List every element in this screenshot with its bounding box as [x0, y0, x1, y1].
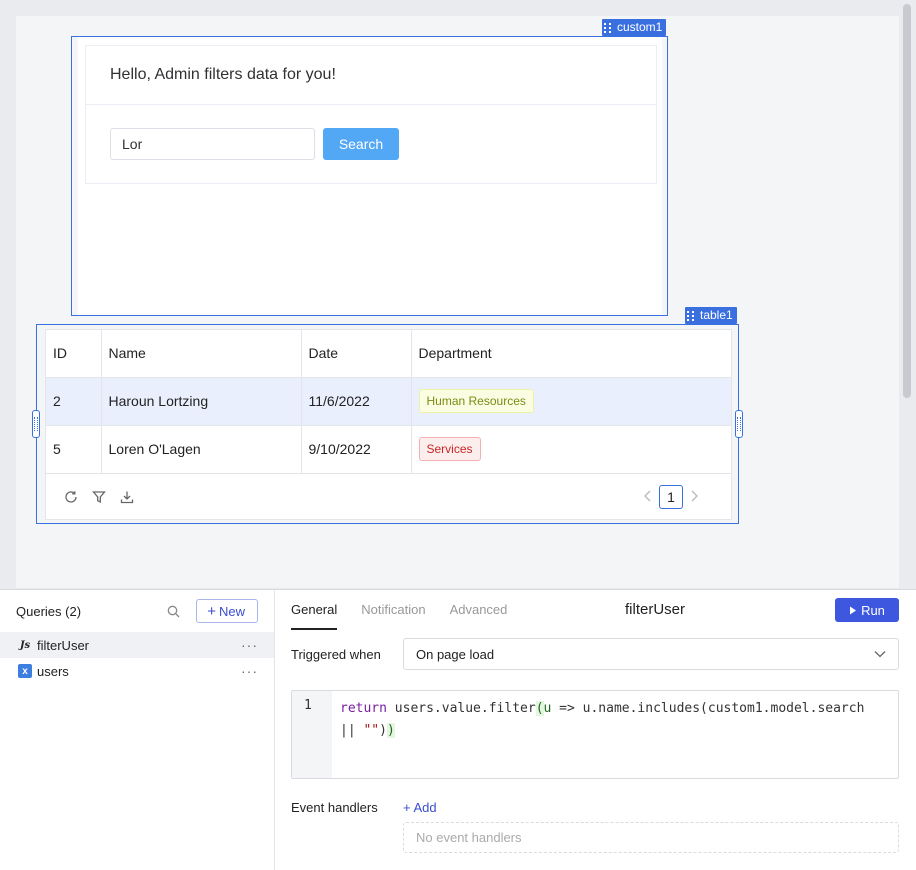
- search-icon[interactable]: [167, 605, 180, 618]
- table1-tag-label: table1: [700, 308, 733, 322]
- search-input[interactable]: [110, 128, 315, 160]
- code-text[interactable]: return users.value.filter(u => u.name.in…: [340, 698, 890, 742]
- column-header[interactable]: Department: [411, 330, 731, 378]
- filter-icon[interactable]: [92, 490, 106, 504]
- event-handlers-empty: No event handlers: [403, 822, 899, 853]
- cell-id: 2: [46, 377, 102, 426]
- add-label: Add: [413, 800, 437, 815]
- line-gutter: 1: [292, 691, 332, 778]
- event-handlers-label: Event handlers: [291, 800, 378, 815]
- chevron-down-icon: [874, 650, 886, 658]
- drag-handle-icon[interactable]: [604, 22, 612, 33]
- table1-tag[interactable]: table1: [685, 307, 737, 324]
- query-list-header: Queries (2) + New: [0, 590, 274, 632]
- plus-icon: +: [207, 602, 216, 620]
- cell-id: 5: [46, 425, 102, 474]
- query-item-label: filterUser: [37, 637, 90, 653]
- editor-tabs: General Notification Advanced: [291, 590, 507, 630]
- drag-handle-icon[interactable]: [687, 310, 695, 321]
- table-row[interactable]: 2 Haroun Lortzing 11/6/2022 Human Resour…: [46, 377, 731, 426]
- cell-date: 9/10/2022: [301, 425, 412, 474]
- cell-name: Loren O'Lagen: [101, 425, 302, 474]
- new-query-label: New: [218, 603, 245, 619]
- query-item-users[interactable]: x users ···: [0, 658, 274, 684]
- chevron-left-icon[interactable]: [643, 489, 653, 505]
- department-tag: Services: [418, 437, 481, 461]
- code-string: "": [363, 723, 380, 738]
- column-header[interactable]: Name: [101, 330, 302, 378]
- table1-component[interactable]: ID Name Date Department 2 Haroun Lortzin…: [32, 324, 743, 524]
- column-header[interactable]: Date: [301, 330, 412, 378]
- data-table: ID Name Date Department 2 Haroun Lortzin…: [45, 329, 732, 520]
- tab-advanced[interactable]: Advanced: [450, 590, 508, 630]
- query-item-label: users: [37, 663, 69, 679]
- custom1-tag[interactable]: custom1: [602, 19, 667, 36]
- triggered-when-label: Triggered when: [291, 647, 381, 662]
- run-button[interactable]: Run: [835, 598, 899, 622]
- variable-icon: x: [18, 664, 32, 678]
- custom1-content: Hello, Admin filters data for you! Searc…: [78, 37, 662, 315]
- play-icon: [850, 606, 857, 614]
- add-event-handler-button[interactable]: + Add: [403, 800, 437, 815]
- canvas-scrollbar[interactable]: [903, 4, 911, 398]
- search-button[interactable]: Search: [323, 128, 399, 160]
- query-list: Queries (2) + New Js filterUser ··· x us…: [0, 590, 275, 870]
- resize-handle-left[interactable]: [32, 410, 40, 438]
- chevron-right-icon[interactable]: [689, 489, 699, 505]
- new-query-button[interactable]: + New: [196, 599, 258, 623]
- code-bracket: (: [535, 701, 544, 716]
- trigger-select-value: On page load: [416, 646, 495, 662]
- cell-department: Human Resources: [411, 377, 731, 426]
- more-icon[interactable]: ···: [241, 663, 258, 679]
- code-bracket: ): [386, 723, 395, 738]
- js-icon: Js: [19, 639, 31, 651]
- query-panel: Queries (2) + New Js filterUser ··· x us…: [0, 589, 916, 870]
- filter-card: Hello, Admin filters data for you! Searc…: [85, 45, 657, 184]
- cell-department: Services: [411, 425, 731, 474]
- table-header-row: ID Name Date Department: [46, 330, 731, 378]
- run-label: Run: [861, 602, 885, 618]
- card-greeting: Hello, Admin filters data for you!: [86, 46, 656, 105]
- cell-date: 11/6/2022: [301, 377, 412, 426]
- query-editor: General Notification Advanced filterUser…: [275, 590, 916, 870]
- table-footer: 1: [46, 473, 731, 520]
- custom1-component[interactable]: Hello, Admin filters data for you! Searc…: [71, 36, 668, 316]
- plus-icon: +: [403, 800, 414, 815]
- download-icon[interactable]: [120, 490, 134, 504]
- more-icon[interactable]: ···: [241, 637, 258, 653]
- query-item-filteruser[interactable]: Js filterUser ···: [0, 632, 274, 658]
- card-body: Search: [86, 105, 656, 183]
- department-tag: Human Resources: [418, 389, 534, 413]
- pagination: 1: [643, 484, 699, 509]
- trigger-select[interactable]: On page load: [403, 638, 899, 670]
- custom1-tag-label: custom1: [617, 20, 663, 34]
- line-number: 1: [304, 698, 312, 713]
- resize-handle-right[interactable]: [735, 410, 743, 438]
- query-list-title: Queries (2): [16, 603, 82, 619]
- tab-notification[interactable]: Notification: [361, 590, 425, 630]
- tab-general[interactable]: General: [291, 590, 338, 630]
- code-editor[interactable]: 1 return users.value.filter(u => u.name.…: [291, 690, 899, 779]
- table-row[interactable]: 5 Loren O'Lagen 9/10/2022 Services: [46, 425, 731, 474]
- code-keyword: return: [340, 701, 387, 716]
- refresh-icon[interactable]: [64, 490, 78, 504]
- code-bracket: ): [379, 723, 387, 738]
- code-segment: users.value.filter: [386, 701, 536, 716]
- cell-name: Haroun Lortzing: [101, 377, 302, 426]
- query-name[interactable]: filterUser: [625, 601, 685, 618]
- column-header[interactable]: ID: [46, 330, 102, 378]
- page-number[interactable]: 1: [659, 484, 683, 509]
